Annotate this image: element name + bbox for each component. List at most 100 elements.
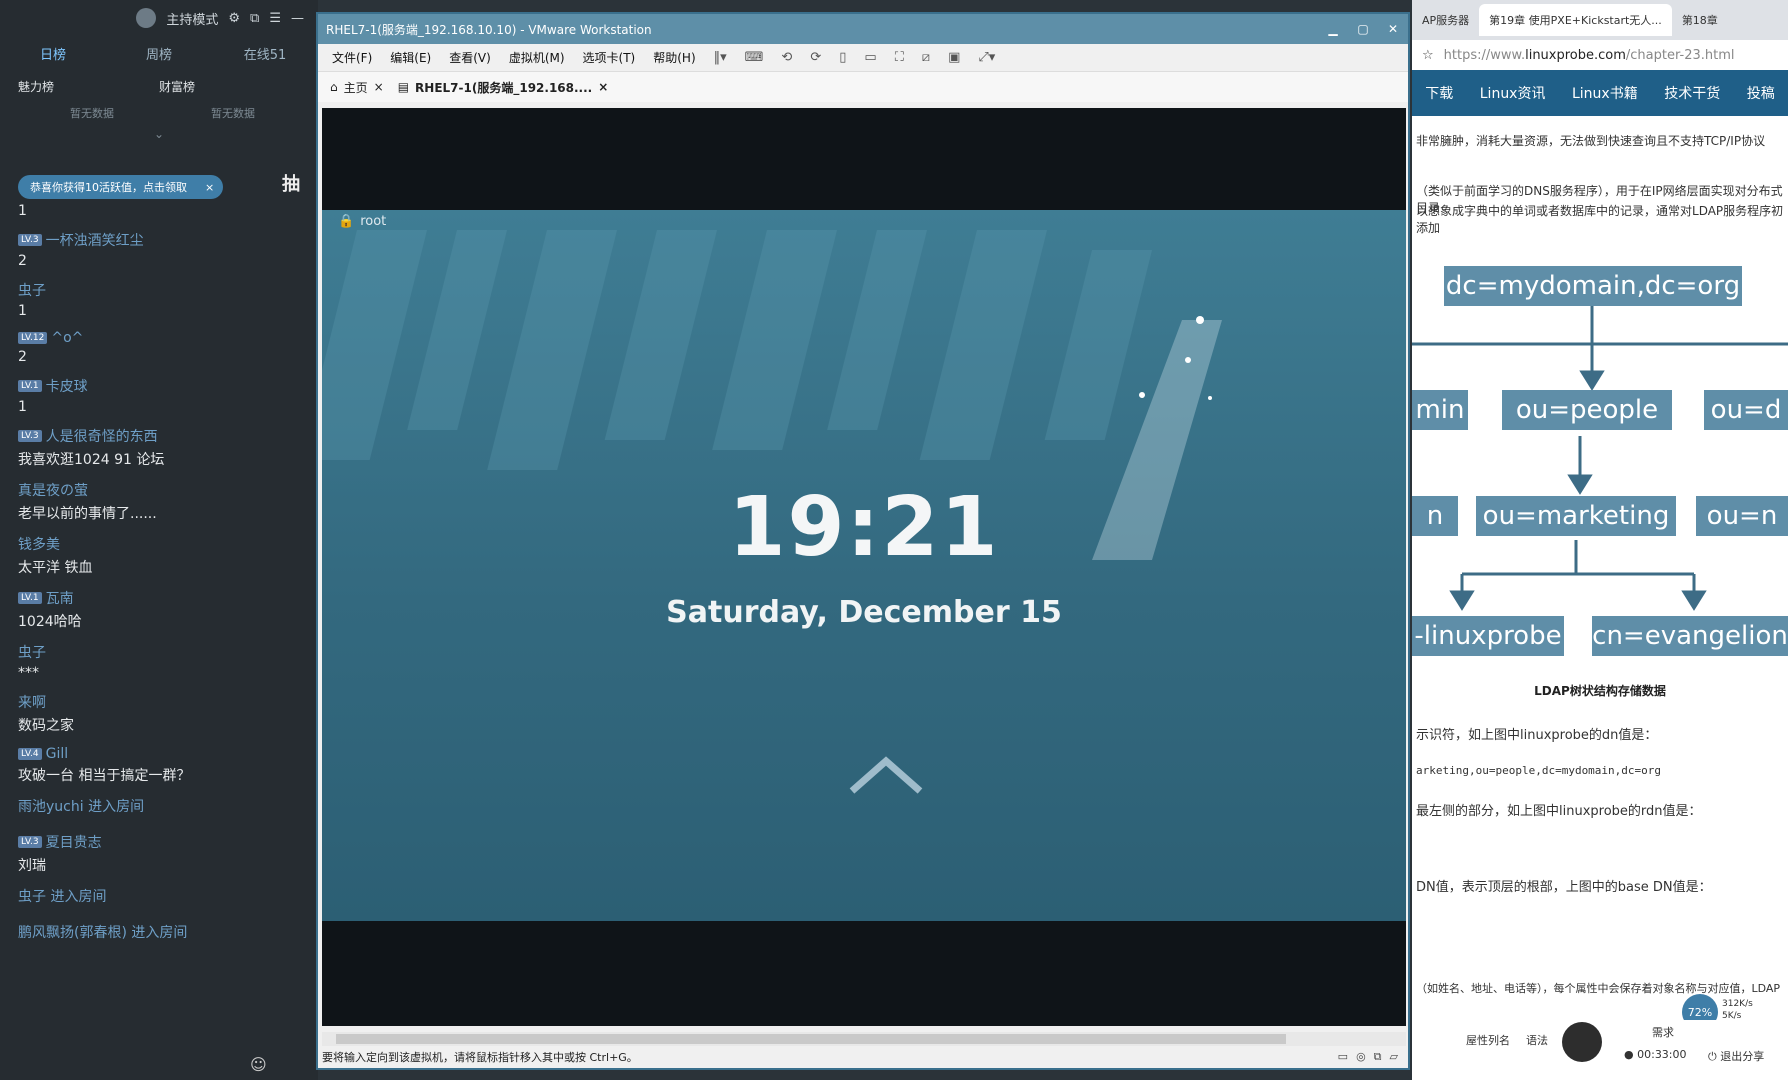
tree-connectors [1412, 306, 1788, 611]
menu-icon[interactable]: ☰ [269, 11, 281, 26]
level-badge: LV.12 [18, 332, 48, 344]
article-line: 最左侧的部分，如上图中linuxprobe的rdn值是： [1416, 804, 1702, 819]
tab-online[interactable]: 在线51 [212, 44, 318, 63]
nav-books[interactable]: Linux书籍 [1572, 83, 1638, 103]
window-controls: ▁ ▢ ✕ [1318, 22, 1408, 36]
message-user[interactable]: 雨池yuchi 进入房间 [18, 796, 308, 816]
snapshot-manager-icon[interactable]: ⟳ [810, 50, 821, 65]
fullscreen-icon[interactable]: ⛶ [895, 50, 904, 65]
level-badge: LV.1 [18, 380, 42, 392]
snapshot-icon[interactable]: ⟲ [781, 50, 792, 65]
node-marketing: ou=marketing [1476, 496, 1676, 536]
menu-view[interactable]: 查看(V) [449, 49, 491, 66]
tab-rhel7[interactable]: ▤ RHEL7-1(服务端_192.168.... × [398, 79, 609, 96]
settings-icon[interactable]: ⚙ [228, 11, 240, 26]
menu-tabs[interactable]: 选项卡(T) [583, 49, 636, 66]
browser-tab-ldap[interactable]: AP服务器 [1412, 12, 1479, 28]
list-item: 鹏风飘扬(郭春根) 进入房间 [18, 922, 308, 942]
address-bar[interactable]: ☆ https://www.linuxprobe.com/chapter-23.… [1412, 40, 1788, 70]
cdrom-icon[interactable]: ◎ [1356, 1050, 1366, 1064]
list-item: LV.3 一杯浊酒笑红尘 2 [18, 230, 308, 269]
chevron-up-icon[interactable] [848, 755, 924, 795]
message-user[interactable]: 钱多美 [18, 534, 308, 554]
vm-icon: ▤ [397, 80, 410, 94]
scrollbar-thumb[interactable] [336, 1034, 1286, 1044]
presenter-avatar[interactable] [1562, 1022, 1602, 1062]
stretch-icon[interactable]: ⤢▾ [978, 50, 995, 65]
minimize-icon[interactable]: — [291, 11, 304, 26]
close-icon[interactable]: × [374, 80, 384, 94]
sidebar-toggle-icon[interactable]: ▯ [839, 50, 846, 65]
maximize-icon[interactable]: ▢ [1348, 22, 1378, 36]
exit-share-button[interactable]: ⏻ 退出分享 [1708, 1048, 1764, 1064]
gnome-lock-screen[interactable]: 🔒 root 19:21 Saturday, December 15 [322, 210, 1406, 921]
expand-chevron-icon[interactable]: ⌄ [0, 127, 318, 141]
console-icon[interactable]: ▣ [948, 50, 960, 65]
footer-left: 屋性列名 [1466, 1034, 1510, 1047]
close-icon[interactable]: × [205, 181, 214, 194]
pause-icon[interactable]: ‖▾ [714, 50, 727, 65]
username: 一杯浊酒笑红尘 [45, 233, 144, 249]
vm-console[interactable]: 🔒 root 19:21 Saturday, December 15 [322, 108, 1406, 1026]
send-keys-icon[interactable]: ⌨ [745, 50, 764, 65]
message-user[interactable]: 虫子 [18, 280, 308, 300]
reward-notice[interactable]: 恭喜你获得10活跃值，点击领取 × [18, 175, 223, 199]
close-icon[interactable]: × [598, 80, 608, 94]
menu-file[interactable]: 文件(F) [332, 49, 372, 66]
message-user[interactable]: LV.3 一杯浊酒笑红尘 [18, 230, 308, 250]
nav-news[interactable]: Linux资讯 [1480, 83, 1546, 103]
message-user[interactable]: 真是夜の萤 [18, 480, 308, 500]
horizontal-scrollbar[interactable] [322, 1032, 1406, 1046]
tab-daily[interactable]: 日榜 [0, 44, 106, 63]
menu-help[interactable]: 帮助(H) [653, 49, 695, 66]
minimize-icon[interactable]: ▁ [1318, 22, 1348, 36]
rank-charm: 魅力榜 暂无数据 [18, 78, 159, 121]
emoji-icon[interactable]: ☺ [250, 1055, 267, 1074]
rank-wealth-title: 财富榜 [159, 80, 196, 94]
message-user[interactable]: LV.4 Gill [18, 746, 308, 762]
nav-submit[interactable]: 投稿 [1747, 83, 1775, 103]
rank-charm-title: 魅力榜 [18, 80, 55, 94]
list-item: 钱多美 太平洋 铁血 [18, 534, 308, 577]
message-text: 2 [18, 253, 27, 269]
message-user[interactable]: 鹏风飘扬(郭春根) 进入房间 [18, 922, 308, 942]
browser-tab-chapter19[interactable]: 第19章 使用PXE+Kickstart无人... [1479, 4, 1672, 36]
network-icon[interactable]: ⧉ [1374, 1050, 1382, 1064]
username: 鹏风飘扬(郭春根) 进入房间 [18, 925, 188, 941]
thumbnail-icon[interactable]: ▭ [864, 50, 876, 65]
nav-download[interactable]: 下载 [1425, 83, 1453, 103]
level-badge: LV.3 [18, 430, 42, 442]
external-icon[interactable]: ⧉ [250, 11, 259, 26]
host-avatar[interactable] [136, 8, 157, 28]
username: 夏目贵志 [45, 835, 102, 851]
message-user[interactable]: LV.3 夏目贵志 [18, 832, 308, 852]
message-user[interactable]: LV.1 瓦南 [18, 588, 308, 608]
menu-edit[interactable]: 编辑(E) [390, 49, 431, 66]
list-item: 虫子 1 [18, 280, 308, 319]
username: 虫子 [18, 283, 46, 299]
list-item: 真是夜の萤 老早以前的事情了...... [18, 480, 308, 523]
message-user[interactable]: 虫子 进入房间 [18, 886, 308, 906]
message-user[interactable]: LV.1 卡皮球 [18, 376, 308, 396]
message-user[interactable]: 虫子 [18, 642, 308, 662]
username: 卡皮球 [45, 379, 88, 395]
star-icon[interactable]: ☆ [1422, 48, 1434, 63]
vm-titlebar[interactable]: RHEL7-1(服务端_192.168.10.10) - VMware Work… [318, 14, 1408, 44]
hdd-icon[interactable]: ▭ [1338, 1050, 1348, 1064]
tab-weekly[interactable]: 周榜 [106, 44, 212, 63]
browser-tab-chapter18[interactable]: 第18章 [1672, 12, 1728, 28]
message-user[interactable]: 来啊 [18, 692, 308, 712]
message-text: *** [18, 665, 39, 681]
vmware-window: RHEL7-1(服务端_192.168.10.10) - VMware Work… [316, 12, 1410, 1070]
close-icon[interactable]: ✕ [1378, 22, 1408, 36]
message-user[interactable]: LV.3 人是很奇怪的东西 [18, 426, 308, 446]
lock-username: root [360, 213, 387, 229]
message-user[interactable]: LV.12 ^o^ [18, 330, 308, 346]
vm-title: RHEL7-1(服务端_192.168.10.10) - VMware Work… [326, 22, 652, 37]
message-icon[interactable]: ▱ [1390, 1050, 1398, 1064]
unity-icon[interactable]: ⧄ [922, 50, 930, 65]
nav-tech[interactable]: 技术干货 [1664, 83, 1720, 103]
username: 雨池yuchi 进入房间 [18, 799, 145, 815]
tab-home[interactable]: ⌂ 主页 × [330, 79, 384, 96]
menu-vm[interactable]: 虚拟机(M) [509, 49, 565, 66]
